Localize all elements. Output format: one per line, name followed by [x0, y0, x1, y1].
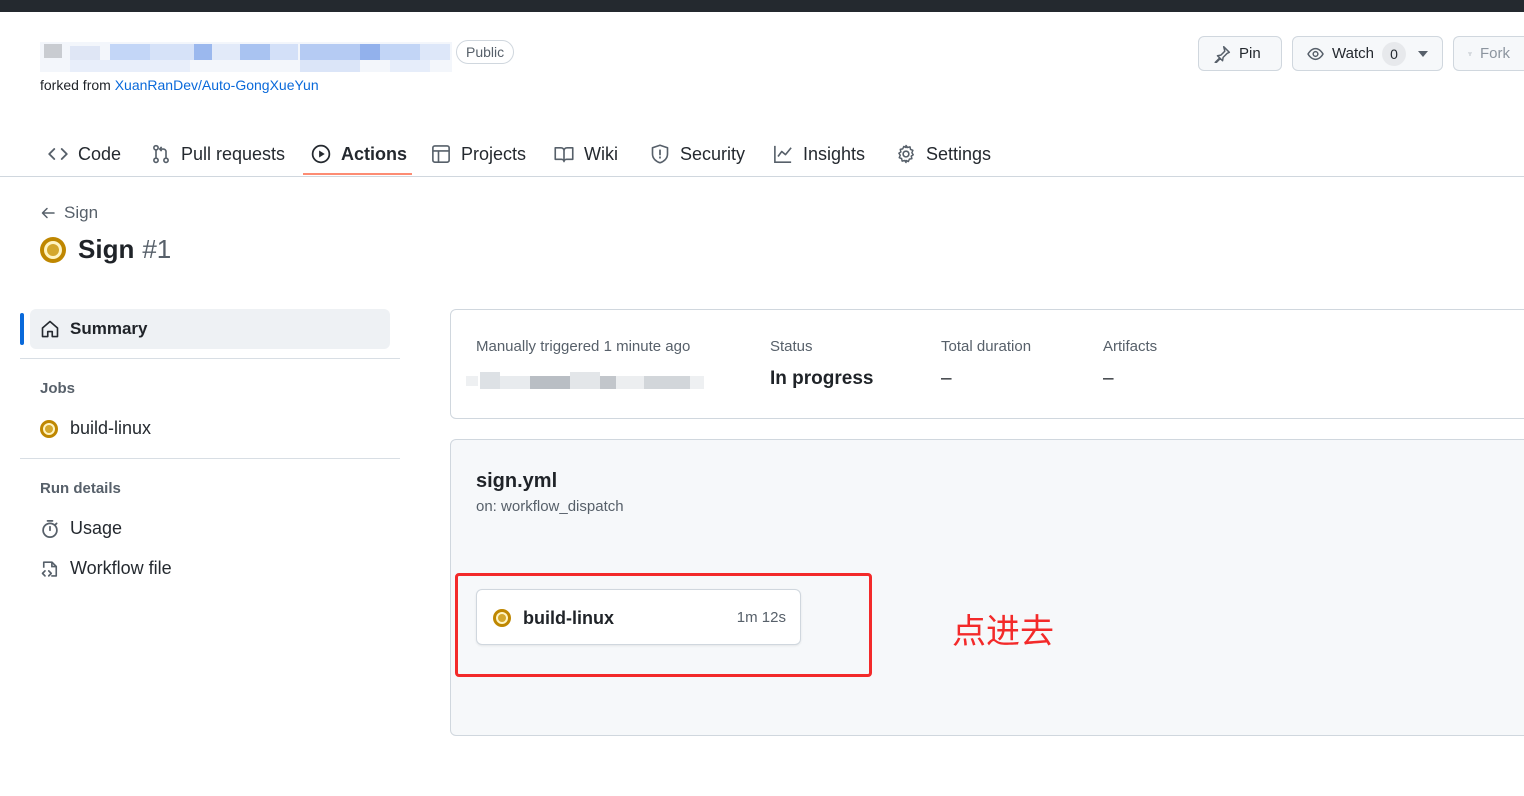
- tab-label: Pull requests: [181, 143, 286, 164]
- forked-prefix: forked from: [40, 77, 115, 93]
- run-title: Sign #1: [40, 234, 171, 265]
- sidebar-workflow-file-label: Workflow file: [70, 558, 172, 578]
- watch-count: 0: [1382, 41, 1406, 66]
- tab-code[interactable]: Code: [40, 132, 129, 176]
- fork-label: Fork: [1480, 45, 1510, 62]
- tab-settings[interactable]: Settings: [888, 132, 999, 176]
- workflow-trigger: on: workflow_dispatch: [476, 498, 624, 515]
- pin-button[interactable]: Pin: [1198, 36, 1282, 71]
- play-icon: [311, 144, 331, 164]
- home-icon: [41, 320, 59, 338]
- run-number: #1: [142, 234, 172, 264]
- sidebar-divider: [20, 458, 400, 459]
- file-code-icon: [41, 560, 58, 577]
- tab-insights[interactable]: Insights: [765, 132, 873, 176]
- annotation-highlight-box: [455, 573, 872, 677]
- sidebar-item-summary[interactable]: Summary: [30, 309, 390, 349]
- run-name: Sign: [78, 234, 135, 264]
- in-progress-icon: [40, 419, 58, 438]
- duration-label: Total duration: [941, 338, 1032, 355]
- tab-pull-requests[interactable]: Pull requests: [143, 132, 293, 176]
- forked-source-link[interactable]: XuanRanDev/Auto-GongXueYun: [115, 77, 319, 93]
- run-details-heading: Run details: [40, 480, 121, 497]
- tab-label: Actions: [341, 143, 408, 164]
- graph-icon: [774, 145, 792, 163]
- trigger-text: Manually triggered 1 minute ago: [476, 338, 691, 355]
- tab-wiki[interactable]: Wiki: [546, 132, 626, 176]
- workflow-file-name: sign.yml: [476, 470, 558, 492]
- pin-icon: [1214, 45, 1231, 63]
- artifacts-value: –: [1103, 368, 1114, 389]
- shield-icon: [651, 144, 669, 164]
- watch-button[interactable]: Watch 0: [1292, 36, 1443, 71]
- sidebar-item-usage[interactable]: Usage: [40, 518, 122, 539]
- active-tab-indicator: [303, 173, 412, 175]
- status-label: Status: [770, 338, 813, 355]
- tab-security[interactable]: Security: [642, 132, 753, 176]
- sidebar-item-build-linux[interactable]: build-linux: [40, 418, 151, 439]
- visibility-badge: Public: [456, 40, 515, 64]
- repo-name-redacted: [40, 42, 452, 72]
- sidebar-job-label: build-linux: [70, 418, 152, 438]
- sidebar-item-workflow-file[interactable]: Workflow file: [40, 558, 172, 579]
- tab-label: Insights: [803, 143, 866, 164]
- tab-actions[interactable]: Actions: [303, 132, 415, 176]
- active-item-marker: [20, 313, 24, 345]
- pull-request-icon: [153, 144, 169, 164]
- fork-button[interactable]: Fork: [1453, 36, 1524, 71]
- table-icon: [432, 145, 450, 163]
- duration-value: –: [941, 368, 952, 389]
- run-summary-card: [450, 309, 1524, 419]
- pin-label: Pin: [1239, 45, 1261, 62]
- tab-label: Wiki: [584, 143, 618, 164]
- back-label: Sign: [64, 203, 99, 222]
- tab-projects[interactable]: Projects: [423, 132, 534, 176]
- book-icon: [554, 146, 574, 163]
- stopwatch-icon: [42, 519, 58, 538]
- eye-icon: [1307, 47, 1324, 60]
- tab-label: Projects: [461, 143, 527, 164]
- forked-from: forked from XuanRanDev/Auto-GongXueYun: [40, 77, 319, 93]
- chevron-down-icon: [1418, 50, 1428, 57]
- watch-label: Watch: [1332, 45, 1374, 62]
- tab-label: Settings: [926, 143, 992, 164]
- sidebar-usage-label: Usage: [70, 518, 123, 538]
- gear-icon: [898, 144, 914, 164]
- back-to-workflow-link[interactable]: Sign: [40, 203, 98, 223]
- top-bar: [0, 0, 1524, 12]
- status-value: In progress: [770, 368, 874, 389]
- in-progress-icon: [40, 236, 66, 263]
- jobs-heading: Jobs: [40, 380, 76, 397]
- tab-label: Code: [78, 143, 122, 164]
- arrow-left-icon: [41, 207, 55, 219]
- sidebar-summary-label: Summary: [70, 319, 148, 338]
- code-icon: [48, 148, 68, 160]
- sidebar-divider: [20, 358, 400, 359]
- actor-redacted: [466, 372, 706, 389]
- annotation-text: 点进去: [952, 612, 1054, 652]
- artifacts-label: Artifacts: [1103, 338, 1158, 355]
- fork-icon: [1468, 51, 1472, 56]
- tab-label: Security: [680, 143, 746, 164]
